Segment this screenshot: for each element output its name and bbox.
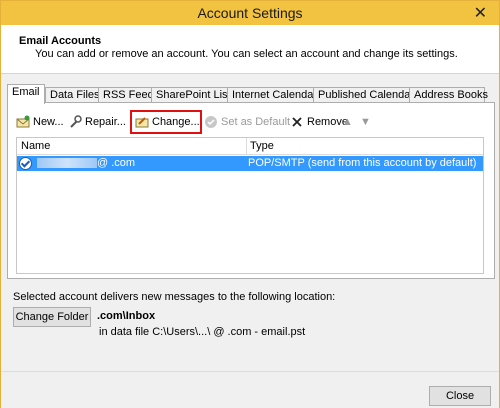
set-as-default-label: Set as Default xyxy=(221,116,291,128)
tab-rss-feeds[interactable]: RSS Feeds xyxy=(98,87,159,103)
list-header: Name Type xyxy=(17,138,483,155)
accounts-list: Name Type @ .com POP/SMTP (send from thi… xyxy=(16,137,484,274)
new-label: New... xyxy=(33,116,64,128)
move-down-icon[interactable]: ▼ xyxy=(360,113,371,131)
remove-x-icon xyxy=(290,115,304,129)
change-folder-button[interactable]: Change Folder xyxy=(13,307,91,327)
header-title: Email Accounts xyxy=(19,35,102,47)
close-window-icon[interactable]: ✕ xyxy=(474,3,487,23)
delivery-inbox-path: .com\Inbox xyxy=(97,310,156,322)
new-button[interactable]: New... xyxy=(16,113,64,131)
tab-internet-calendars[interactable]: Internet Calendars xyxy=(227,87,323,103)
email-tab-panel: New... Repair... Change... Set as Defaul… xyxy=(7,102,495,279)
set-as-default-button[interactable]: Set as Default xyxy=(204,113,290,131)
tab-data-files[interactable]: Data Files xyxy=(45,87,102,103)
column-divider xyxy=(246,138,247,154)
redacted-email-part xyxy=(37,158,97,169)
window-title: Account Settings xyxy=(197,5,303,21)
default-account-check-icon xyxy=(19,157,32,170)
delivery-label: Selected account delivers new messages t… xyxy=(13,291,336,303)
repair-button[interactable]: Repair... xyxy=(68,113,126,131)
column-header-type[interactable]: Type xyxy=(250,140,274,152)
header-panel: Email Accounts You can add or remove an … xyxy=(1,25,499,74)
wrench-icon xyxy=(68,115,82,129)
account-row[interactable]: @ .com POP/SMTP (send from this account … xyxy=(17,156,483,171)
delivery-data-file: in data file C:\Users\...\ @ .com - emai… xyxy=(99,326,306,338)
move-up-icon[interactable]: ▲ xyxy=(342,113,353,131)
change-highlight-box xyxy=(130,110,202,134)
tab-email[interactable]: Email xyxy=(7,84,45,104)
close-button[interactable]: Close xyxy=(429,386,491,406)
tab-sharepoint-lists[interactable]: SharePoint Lists xyxy=(151,87,236,103)
account-type: POP/SMTP (send from this account by defa… xyxy=(248,157,477,169)
remove-button[interactable]: Remove xyxy=(290,113,348,131)
column-header-name[interactable]: Name xyxy=(21,140,50,152)
header-subtitle: You can add or remove an account. You ca… xyxy=(35,48,458,60)
new-mail-icon xyxy=(16,115,30,129)
tab-address-books[interactable]: Address Books xyxy=(409,87,488,103)
title-bar: Account Settings ✕ xyxy=(1,1,499,25)
footer: Close xyxy=(1,371,499,408)
account-name: @ .com xyxy=(37,157,135,169)
account-name-visible: @ .com xyxy=(97,157,136,169)
tab-published-calendars[interactable]: Published Calendars xyxy=(313,87,420,103)
check-circle-icon xyxy=(204,115,218,129)
repair-label: Repair... xyxy=(85,116,126,128)
account-settings-window: Account Settings ✕ Email Accounts You ca… xyxy=(0,0,500,408)
